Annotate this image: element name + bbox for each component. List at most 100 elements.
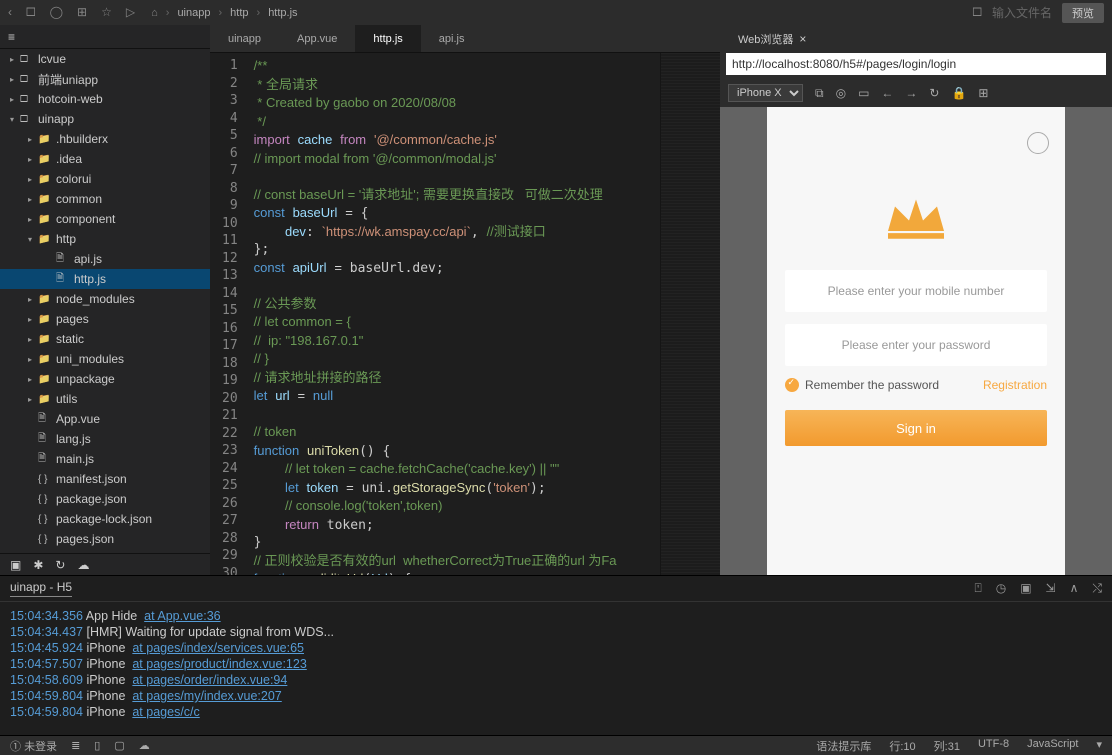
line-number[interactable]: 行:10 [889, 738, 915, 754]
circle-icon[interactable]: ◯ [50, 5, 63, 20]
sidebar: ≡ ▸🞏lcvue▸🞏前端uniapp▸🞏hotcoin-web▾🞏uinapp… [0, 25, 210, 575]
cloud-icon[interactable]: ☁ [77, 558, 89, 572]
source-link[interactable]: at pages/order/index.vue:94 [132, 673, 287, 687]
editor-tab[interactable]: api.js [421, 25, 483, 52]
line-gutter: 1234567891011121314151617181920212223242… [210, 53, 246, 575]
back-icon[interactable]: ‹ [8, 5, 12, 20]
console-panel: uinapp - H5 ⍞ ◷ ▣ ⇲ ∧ ⤭ 15:04:34.356 App… [0, 575, 1112, 735]
back-icon[interactable]: ← [881, 86, 893, 100]
external-icon[interactable]: ⧉ [815, 86, 824, 101]
syntax-hint[interactable]: 语法提示库 [816, 738, 871, 754]
globe-icon[interactable] [1027, 132, 1049, 154]
folder-row[interactable]: ▸📁unpackage [0, 369, 210, 389]
folder-row[interactable]: ▸📁node_modules [0, 289, 210, 309]
folder-row[interactable]: ▸📁common [0, 189, 210, 209]
lock-icon[interactable]: 🔒 [951, 86, 966, 100]
forward-icon[interactable]: → [905, 86, 917, 100]
console-title[interactable]: uinapp - H5 [10, 580, 72, 597]
editor-tabs: uinappApp.vuehttp.jsapi.js [210, 25, 720, 53]
remember-checkbox[interactable]: Remember the password [785, 378, 939, 392]
user-status[interactable]: ① 未登录 [10, 738, 57, 754]
grid-icon[interactable]: ⊞ [77, 5, 87, 20]
source-link[interactable]: at pages/product/index.vue:123 [132, 657, 306, 671]
project-row[interactable]: ▸🞏前端uniapp [0, 69, 210, 89]
reload-icon[interactable]: ↻ [929, 86, 939, 100]
mobile-input[interactable]: Please enter your mobile number [785, 270, 1047, 312]
editor-tab[interactable]: uinapp [210, 25, 279, 52]
folder-row[interactable]: ▸📁utils [0, 389, 210, 409]
file-row[interactable]: 🗎api.js [0, 249, 210, 269]
col-number[interactable]: 列:31 [934, 738, 960, 754]
clock-icon[interactable]: ◷ [996, 581, 1006, 596]
source-link[interactable]: at pages/my/index.vue:207 [132, 689, 281, 703]
file-row[interactable]: 🗎main.js [0, 449, 210, 469]
panel-icon[interactable]: ▯ [94, 739, 100, 752]
lock-icon[interactable]: ⍞ [975, 581, 982, 596]
folder-row[interactable]: ▸📁static [0, 329, 210, 349]
star-icon[interactable]: ☆ [101, 5, 112, 20]
file-row[interactable]: { }package.json [0, 489, 210, 509]
folder-row[interactable]: ▸📁component [0, 209, 210, 229]
toggle-icon[interactable]: ⤭ [1092, 581, 1102, 596]
bug-icon[interactable]: ✱ [33, 558, 43, 572]
list-icon[interactable]: ≣ [71, 739, 80, 752]
file-row[interactable]: { }manifest.json [0, 469, 210, 489]
doc-icon[interactable]: 🞏 [972, 5, 982, 20]
file-row[interactable]: { }package-lock.json [0, 509, 210, 529]
project-row[interactable]: ▸🞏hotcoin-web [0, 89, 210, 109]
terminal-icon[interactable]: ▢ [114, 739, 124, 752]
minimap[interactable] [660, 53, 720, 575]
address-bar[interactable]: http://localhost:8080/h5#/pages/login/lo… [726, 53, 1106, 75]
console-output[interactable]: 15:04:34.356 App Hide at App.vue:3615:04… [0, 602, 1112, 735]
folder-row[interactable]: ▸📁colorui [0, 169, 210, 189]
file-tree: ▸🞏lcvue▸🞏前端uniapp▸🞏hotcoin-web▾🞏uinapp▸📁… [0, 49, 210, 553]
play-icon[interactable]: ▷ [126, 5, 135, 20]
project-row[interactable]: ▾🞏uinapp [0, 109, 210, 129]
project-row[interactable]: ▸🞏lcvue [0, 49, 210, 69]
console-line: 15:04:34.437 [HMR] Waiting for update si… [10, 624, 1102, 640]
folder-row[interactable]: ▸📁.hbuilderx [0, 129, 210, 149]
file-row[interactable]: 🗎http.js [0, 269, 210, 289]
grid-icon[interactable]: ⊞ [978, 86, 988, 100]
preview-button[interactable]: 预览 [1062, 3, 1104, 23]
folder-row[interactable]: ▸📁pages [0, 309, 210, 329]
target-icon[interactable]: ◎ [836, 86, 846, 100]
statusbar: ① 未登录 ≣ ▯ ▢ ☁ 语法提示库 行:10 列:31 UTF-8 Java… [0, 735, 1112, 755]
editor-tab[interactable]: App.vue [279, 25, 355, 52]
home-icon[interactable]: ⌂ [151, 7, 158, 19]
crumb[interactable]: http.js [268, 7, 297, 19]
cloud-icon[interactable]: ☁ [139, 739, 150, 752]
sync-icon[interactable]: ↻ [55, 558, 65, 572]
rect-icon[interactable]: ▭ [858, 86, 869, 100]
console-line: 15:04:59.804 iPhone at pages/my/index.vu… [10, 688, 1102, 704]
file-row[interactable]: 🗎App.vue [0, 409, 210, 429]
stop-icon[interactable]: ▣ [1020, 581, 1031, 596]
language[interactable]: JavaScript [1027, 738, 1078, 754]
browser-tab[interactable]: Web浏览器 × [728, 27, 816, 51]
folder-row[interactable]: ▸📁uni_modules [0, 349, 210, 369]
registration-link[interactable]: Registration [983, 378, 1047, 392]
terminal-icon[interactable]: ▣ [10, 558, 21, 572]
encoding[interactable]: UTF-8 [978, 738, 1009, 754]
password-input[interactable]: Please enter your password [785, 324, 1047, 366]
code-area[interactable]: /** * 全局请求 * Created by gaobo on 2020/08… [246, 53, 660, 575]
web-browser-panel: Web浏览器 × http://localhost:8080/h5#/pages… [720, 25, 1112, 575]
source-link[interactable]: at pages/c/c [132, 705, 199, 719]
menu-icon[interactable]: ≡ [8, 30, 15, 44]
file-row[interactable]: 🗎lang.js [0, 429, 210, 449]
file-row[interactable]: { }pages.json [0, 529, 210, 549]
source-link[interactable]: at App.vue:36 [144, 609, 220, 623]
export-icon[interactable]: ⇲ [1046, 581, 1056, 596]
crumb[interactable]: uinapp [177, 7, 210, 19]
file-icon[interactable]: 🞏 [26, 5, 36, 20]
crumb[interactable]: http [230, 7, 248, 19]
signin-button[interactable]: Sign in [785, 410, 1047, 446]
folder-row[interactable]: ▾📁http [0, 229, 210, 249]
folder-row[interactable]: ▸📁.idea [0, 149, 210, 169]
device-select[interactable]: iPhone X [728, 84, 803, 102]
chevron-icon[interactable]: ▾ [1096, 738, 1102, 754]
source-link[interactable]: at pages/index/services.vue:65 [132, 641, 304, 655]
editor-tab[interactable]: http.js [355, 25, 420, 52]
collapse-icon[interactable]: ∧ [1070, 581, 1079, 596]
close-icon[interactable]: × [799, 32, 806, 46]
